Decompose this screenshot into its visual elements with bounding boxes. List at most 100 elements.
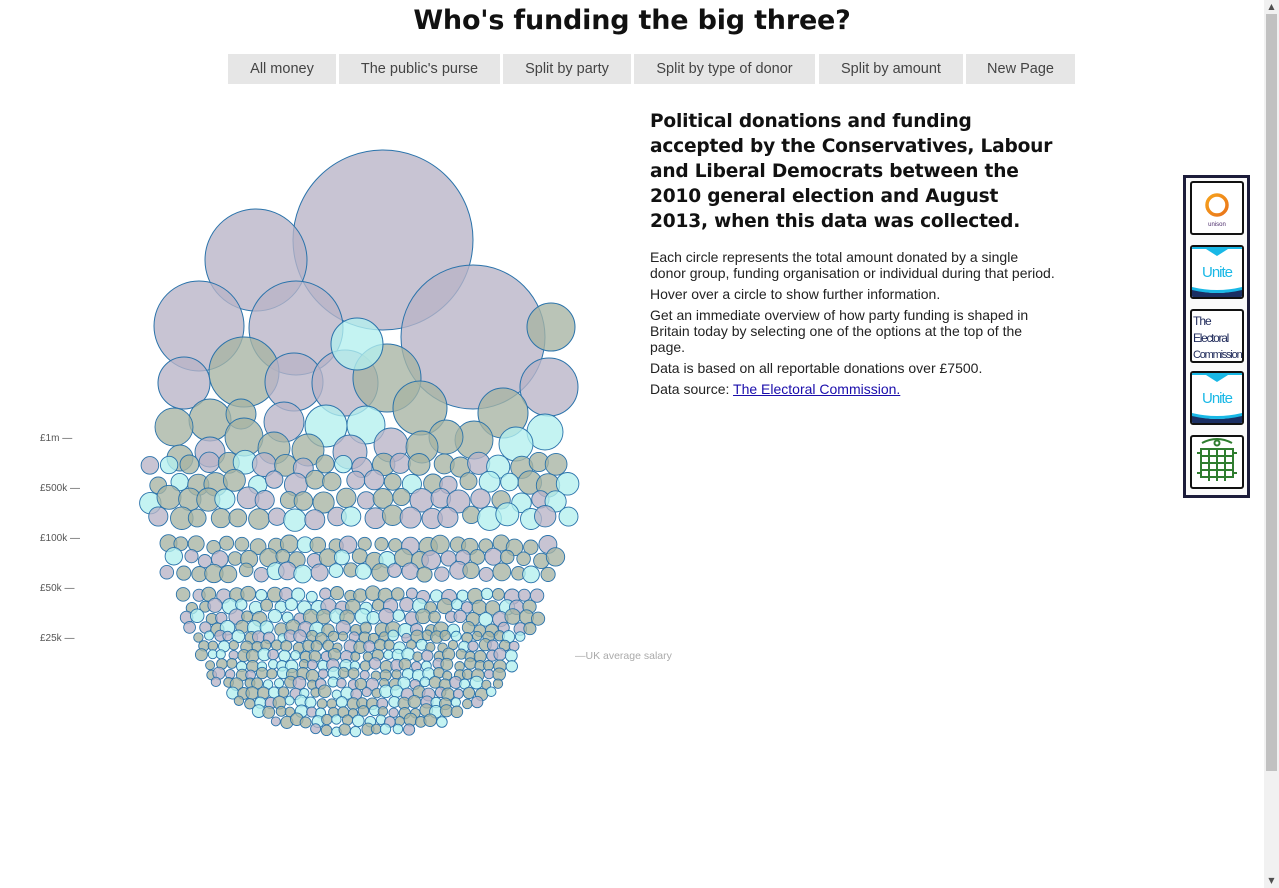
donor-bubble[interactable] — [399, 506, 422, 529]
donor-bubble[interactable] — [228, 508, 248, 528]
donor-bubble[interactable] — [245, 686, 259, 700]
unite-logo[interactable]: Unite — [1190, 245, 1244, 299]
donor-bubble[interactable] — [514, 631, 526, 642]
scrollbar-thumb[interactable] — [1266, 14, 1277, 771]
donor-bubble[interactable] — [284, 597, 298, 611]
donor-bubble[interactable] — [159, 564, 175, 580]
donor-bubble[interactable] — [461, 668, 474, 680]
donor-bubble[interactable] — [517, 588, 531, 602]
donor-bubble[interactable] — [391, 669, 402, 680]
donor-bubble[interactable] — [462, 505, 481, 525]
donor-bubble[interactable] — [175, 587, 191, 602]
donor-bubble[interactable] — [222, 630, 233, 642]
donor-bubble[interactable] — [346, 470, 366, 490]
donor-bubble[interactable] — [262, 705, 276, 719]
donor-bubble[interactable] — [340, 506, 362, 527]
donor-bubble[interactable] — [330, 586, 345, 601]
donor-bubble[interactable] — [462, 561, 480, 580]
donor-bubble[interactable] — [293, 629, 307, 643]
donor-bubble[interactable] — [450, 598, 463, 611]
donor-bubble[interactable] — [228, 640, 239, 651]
donor-bubble[interactable] — [504, 608, 521, 625]
donor-bubble[interactable] — [392, 487, 411, 507]
donor-bubble[interactable] — [434, 566, 450, 582]
unison-logo[interactable]: unison — [1190, 181, 1244, 235]
donor-bubble[interactable] — [318, 668, 329, 679]
donor-bubble[interactable] — [462, 698, 473, 710]
donor-bubble[interactable] — [407, 453, 431, 476]
donor-bubble[interactable] — [545, 547, 566, 567]
donor-bubble[interactable] — [219, 565, 238, 584]
donor-bubble[interactable] — [366, 611, 381, 625]
donor-bubble[interactable] — [387, 629, 399, 642]
donor-bubble[interactable] — [437, 506, 459, 528]
donor-bubble[interactable] — [290, 650, 301, 661]
donor-bubble[interactable] — [363, 640, 376, 653]
donor-bubble[interactable] — [266, 668, 278, 680]
donor-bubble[interactable] — [260, 598, 274, 612]
donor-bubble[interactable] — [483, 668, 495, 680]
donor-bubble[interactable] — [453, 609, 467, 624]
scroll-up-icon[interactable]: ▲ — [1264, 0, 1279, 14]
donor-bubble[interactable] — [493, 647, 507, 661]
donor-bubble[interactable] — [319, 587, 332, 600]
donor-bubble[interactable] — [407, 694, 422, 709]
nav-split-by-amount-button[interactable]: Split by amount — [819, 54, 963, 84]
nav-new-page-button[interactable]: New Page — [966, 54, 1075, 84]
donor-bubble[interactable] — [379, 723, 392, 735]
donor-bubble[interactable] — [159, 455, 179, 475]
donor-bubble[interactable] — [472, 630, 483, 642]
donor-bubble[interactable] — [222, 468, 246, 492]
donor-bubble[interactable] — [326, 698, 338, 709]
donor-bubble[interactable] — [214, 488, 236, 510]
donor-bubble[interactable] — [401, 562, 419, 580]
donor-bubble[interactable] — [357, 491, 376, 510]
donor-bubble[interactable] — [492, 678, 504, 689]
donor-bubble[interactable] — [280, 639, 293, 653]
donor-bubble[interactable] — [210, 508, 231, 529]
donor-bubble[interactable] — [439, 629, 451, 642]
donor-bubble[interactable] — [350, 651, 361, 662]
donor-bubble[interactable] — [505, 660, 518, 673]
donor-bubble[interactable] — [204, 630, 215, 641]
donor-bubble[interactable] — [381, 504, 404, 526]
parliament-portcullis-logo[interactable] — [1190, 435, 1244, 489]
donor-bubble[interactable] — [334, 454, 353, 474]
donor-bubble[interactable] — [349, 725, 362, 738]
donor-bubble[interactable] — [316, 698, 328, 709]
donor-bubble[interactable] — [267, 608, 282, 624]
donor-bubble[interactable] — [338, 723, 351, 736]
donor-bubble[interactable] — [292, 676, 307, 690]
large-donor-bubble[interactable] — [526, 302, 576, 352]
donor-bubble[interactable] — [322, 471, 342, 492]
donor-bubble[interactable] — [462, 686, 476, 700]
donor-bubble[interactable] — [336, 487, 357, 509]
donor-bubble[interactable] — [215, 649, 226, 660]
donor-bubble[interactable] — [219, 535, 235, 551]
donor-bubble[interactable] — [388, 707, 399, 718]
donor-bubble[interactable] — [399, 597, 415, 612]
donor-bubble[interactable] — [439, 704, 453, 718]
donor-bubble[interactable] — [450, 705, 464, 719]
unite-logo-2[interactable]: Unite — [1190, 371, 1244, 425]
donor-bubble[interactable] — [187, 508, 207, 528]
donor-bubble[interactable] — [184, 549, 199, 564]
donor-bubble[interactable] — [495, 502, 520, 527]
donor-bubble[interactable] — [419, 676, 431, 688]
donor-bubble[interactable] — [194, 648, 208, 662]
donor-bubble[interactable] — [317, 684, 332, 699]
donor-bubble[interactable] — [499, 549, 515, 565]
donor-bubble[interactable] — [316, 608, 332, 625]
donor-bubble[interactable] — [183, 621, 196, 634]
donor-bubble[interactable] — [467, 640, 479, 652]
donor-bubble[interactable] — [415, 608, 431, 625]
donor-bubble[interactable] — [283, 508, 307, 532]
donor-bubble[interactable] — [248, 508, 270, 530]
donor-bubble[interactable] — [337, 631, 349, 642]
donor-bubble[interactable] — [450, 630, 462, 642]
donor-bubble[interactable] — [470, 488, 491, 509]
donor-bubble[interactable] — [278, 649, 291, 663]
donor-bubble[interactable] — [255, 666, 269, 680]
donor-bubble[interactable] — [299, 716, 312, 729]
donor-bubble[interactable] — [436, 716, 448, 728]
